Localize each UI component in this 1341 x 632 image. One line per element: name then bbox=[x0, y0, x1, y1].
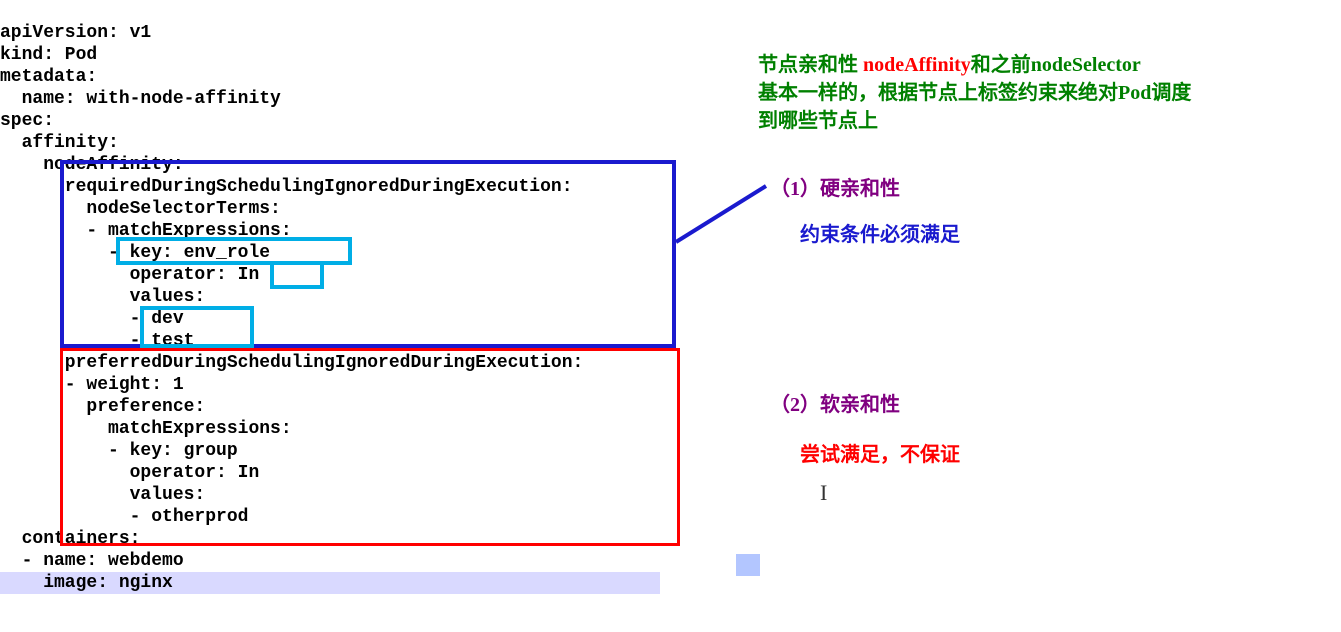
code-line: affinity: bbox=[0, 133, 119, 153]
selection-marker bbox=[736, 554, 760, 576]
code-line: requiredDuringSchedulingIgnoredDuringExe… bbox=[0, 177, 573, 197]
code-line: - key: group bbox=[0, 441, 238, 461]
code-line: apiVersion: v1 bbox=[0, 23, 151, 43]
code-line: values: bbox=[0, 485, 205, 505]
code-line: - weight: 1 bbox=[0, 375, 184, 395]
yaml-code-block: apiVersion: v1 kind: Pod metadata: name:… bbox=[0, 0, 660, 594]
intro-part3: 和之前nodeSelector bbox=[971, 54, 1141, 76]
code-line: - dev bbox=[0, 309, 184, 329]
code-line: spec: bbox=[0, 111, 54, 131]
code-line: - key: env_role bbox=[0, 243, 270, 263]
code-line: preferredDuringSchedulingIgnoredDuringEx… bbox=[0, 353, 583, 373]
code-line: operator: In bbox=[0, 265, 259, 285]
intro-part1: 节点亲和性 bbox=[758, 54, 863, 76]
code-line: nodeAffinity: bbox=[0, 155, 184, 175]
code-line: name: with-node-affinity bbox=[0, 89, 281, 109]
code-line: values: bbox=[0, 287, 205, 307]
annotation-intro-line2: 基本一样的，根据节点上标签约束来绝对Pod调度 bbox=[758, 76, 1191, 105]
intro-keyword: nodeAffinity bbox=[863, 54, 971, 76]
annotation-hard-desc: 约束条件必须满足 bbox=[800, 218, 960, 247]
code-line: containers: bbox=[0, 529, 140, 549]
code-line: preference: bbox=[0, 397, 205, 417]
annotation-soft-title: （2）软亲和性 bbox=[770, 388, 900, 417]
code-line: - otherprod bbox=[0, 507, 248, 527]
code-line: - name: webdemo bbox=[0, 551, 184, 571]
code-line: metadata: bbox=[0, 67, 97, 87]
annotation-hard-title: （1）硬亲和性 bbox=[770, 172, 900, 201]
text-cursor-icon: I bbox=[820, 480, 827, 506]
annotation-intro: 节点亲和性 nodeAffinity和之前nodeSelector bbox=[758, 48, 1141, 77]
annotation-intro-line3: 到哪些节点上 bbox=[758, 104, 878, 133]
code-line: - test bbox=[0, 331, 194, 351]
code-line: - matchExpressions: bbox=[0, 221, 292, 241]
code-line-current: image: nginx bbox=[0, 572, 660, 594]
code-line: nodeSelectorTerms: bbox=[0, 199, 281, 219]
code-line: kind: Pod bbox=[0, 45, 97, 65]
code-line: matchExpressions: bbox=[0, 419, 292, 439]
annotation-soft-desc: 尝试满足，不保证 bbox=[800, 438, 960, 467]
code-line: operator: In bbox=[0, 463, 259, 483]
